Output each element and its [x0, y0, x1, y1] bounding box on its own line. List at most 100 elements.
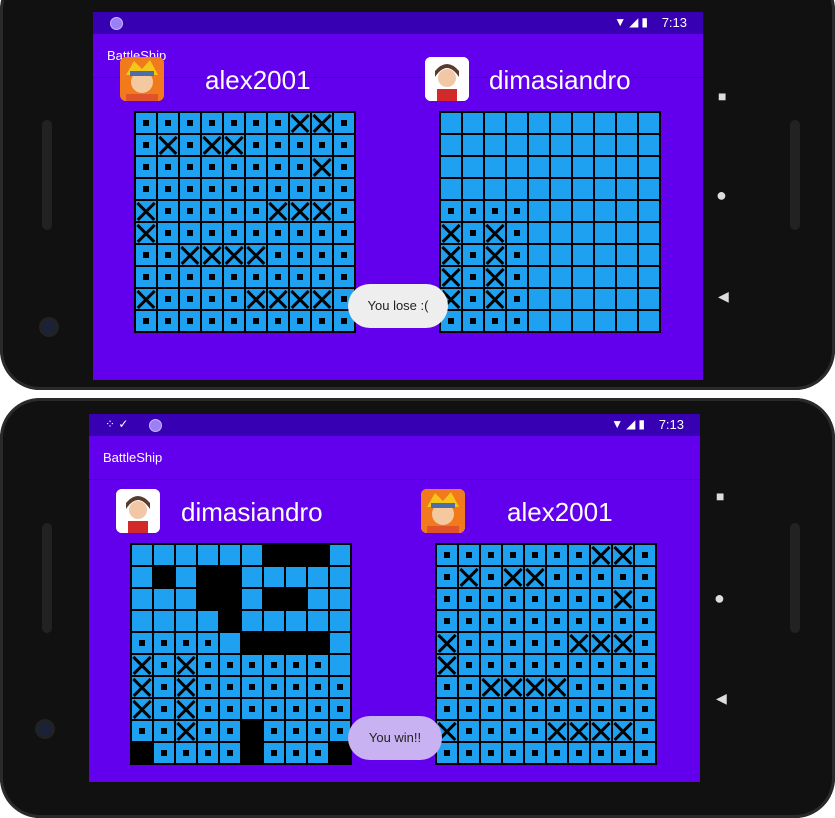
board-cell[interactable]	[463, 311, 483, 331]
board-cell[interactable]	[635, 545, 655, 565]
board-cell[interactable]	[463, 113, 483, 133]
board-cell[interactable]	[507, 289, 527, 309]
board-cell[interactable]	[551, 311, 571, 331]
board-cell[interactable]	[635, 699, 655, 719]
board-cell[interactable]	[485, 245, 505, 265]
board-cell[interactable]	[529, 311, 549, 331]
board-cell[interactable]	[485, 113, 505, 133]
back-nav-icon[interactable]: ◀	[716, 690, 727, 707]
board-cell[interactable]	[547, 589, 567, 609]
board-cell[interactable]	[437, 589, 457, 609]
board-cell[interactable]	[591, 677, 611, 697]
board-cell[interactable]	[591, 655, 611, 675]
board-cell[interactable]	[463, 289, 483, 309]
board-cell[interactable]	[507, 267, 527, 287]
board-cell[interactable]	[503, 633, 523, 653]
board-cell[interactable]	[441, 179, 461, 199]
board-cell[interactable]	[525, 655, 545, 675]
board-cell[interactable]	[639, 311, 659, 331]
board-cell[interactable]	[547, 611, 567, 631]
board-cell[interactable]	[639, 113, 659, 133]
board-cell[interactable]	[481, 545, 501, 565]
board-cell[interactable]	[441, 201, 461, 221]
board-cell[interactable]	[485, 289, 505, 309]
board-cell[interactable]	[595, 157, 615, 177]
board-cell[interactable]	[591, 567, 611, 587]
board-cell[interactable]	[463, 179, 483, 199]
board-cell[interactable]	[529, 113, 549, 133]
board-cell[interactable]	[573, 157, 593, 177]
board-cell[interactable]	[481, 743, 501, 763]
board-cell[interactable]	[547, 699, 567, 719]
board-cell[interactable]	[595, 113, 615, 133]
board-cell[interactable]	[551, 113, 571, 133]
board-cell[interactable]	[441, 157, 461, 177]
board-cell[interactable]	[635, 721, 655, 741]
board-cell[interactable]	[591, 589, 611, 609]
board-cell[interactable]	[547, 655, 567, 675]
board-cell[interactable]	[613, 677, 633, 697]
board-cell[interactable]	[591, 633, 611, 653]
board-cell[interactable]	[529, 289, 549, 309]
board-cell[interactable]	[617, 223, 637, 243]
board-cell[interactable]	[595, 245, 615, 265]
board-cell[interactable]	[437, 677, 457, 697]
board-cell[interactable]	[525, 699, 545, 719]
board-cell[interactable]	[617, 179, 637, 199]
board-cell[interactable]	[437, 545, 457, 565]
board-cell[interactable]	[529, 223, 549, 243]
board-cell[interactable]	[551, 267, 571, 287]
board-cell[interactable]	[635, 743, 655, 763]
board-cell[interactable]	[437, 611, 457, 631]
board-cell[interactable]	[551, 135, 571, 155]
board-cell[interactable]	[639, 157, 659, 177]
board-cell[interactable]	[525, 743, 545, 763]
board-cell[interactable]	[481, 567, 501, 587]
board-cell[interactable]	[525, 589, 545, 609]
board-cell[interactable]	[441, 135, 461, 155]
board-cell[interactable]	[459, 721, 479, 741]
board-cell[interactable]	[547, 545, 567, 565]
board-cell[interactable]	[613, 589, 633, 609]
board-cell[interactable]	[437, 567, 457, 587]
board-cell[interactable]	[595, 289, 615, 309]
board-cell[interactable]	[617, 135, 637, 155]
board-cell[interactable]	[635, 589, 655, 609]
board-cell[interactable]	[617, 201, 637, 221]
board-cell[interactable]	[635, 677, 655, 697]
board-cell[interactable]	[639, 245, 659, 265]
board-cell[interactable]	[613, 545, 633, 565]
board-cell[interactable]	[459, 655, 479, 675]
board-cell[interactable]	[639, 223, 659, 243]
board-cell[interactable]	[459, 743, 479, 763]
board-cell[interactable]	[551, 201, 571, 221]
board-cell[interactable]	[463, 135, 483, 155]
home-nav-icon[interactable]: ●	[714, 588, 725, 609]
board-cell[interactable]	[529, 245, 549, 265]
board-cell[interactable]	[639, 135, 659, 155]
board-cell[interactable]	[503, 589, 523, 609]
board-cell[interactable]	[595, 135, 615, 155]
board-cell[interactable]	[569, 677, 589, 697]
board-cell[interactable]	[551, 157, 571, 177]
board-cell[interactable]	[525, 721, 545, 741]
board-cell[interactable]	[525, 611, 545, 631]
board-cell[interactable]	[463, 245, 483, 265]
board-cell[interactable]	[481, 699, 501, 719]
board-cell[interactable]	[595, 223, 615, 243]
board-cell[interactable]	[569, 545, 589, 565]
board-cell[interactable]	[485, 311, 505, 331]
board-cell[interactable]	[547, 743, 567, 763]
board-cell[interactable]	[503, 743, 523, 763]
board-cell[interactable]	[569, 567, 589, 587]
board-cell[interactable]	[569, 699, 589, 719]
board-cell[interactable]	[481, 589, 501, 609]
board-cell[interactable]	[459, 545, 479, 565]
board-cell[interactable]	[569, 611, 589, 631]
board-cell[interactable]	[595, 201, 615, 221]
board-cell[interactable]	[613, 567, 633, 587]
board-cell[interactable]	[639, 289, 659, 309]
board-cell[interactable]	[503, 567, 523, 587]
board-cell[interactable]	[507, 245, 527, 265]
board-cell[interactable]	[529, 135, 549, 155]
